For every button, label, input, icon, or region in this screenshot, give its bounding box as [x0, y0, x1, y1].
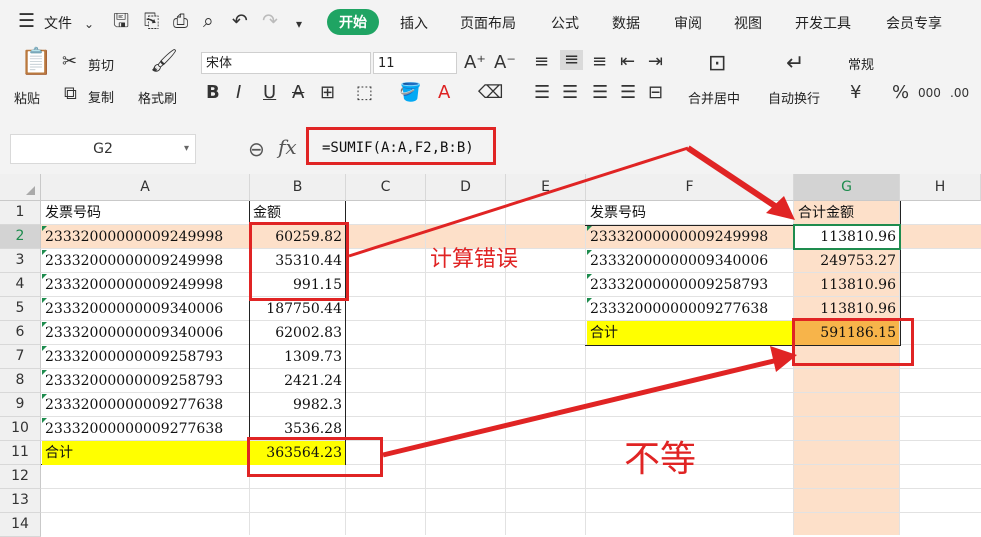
annotation-arrows	[348, 145, 797, 458]
error-pointer-line	[348, 146, 689, 258]
compare-arrow-head	[770, 346, 797, 372]
compare-arrow-shaft	[382, 357, 779, 458]
bent-arrow-shaft	[686, 145, 780, 211]
